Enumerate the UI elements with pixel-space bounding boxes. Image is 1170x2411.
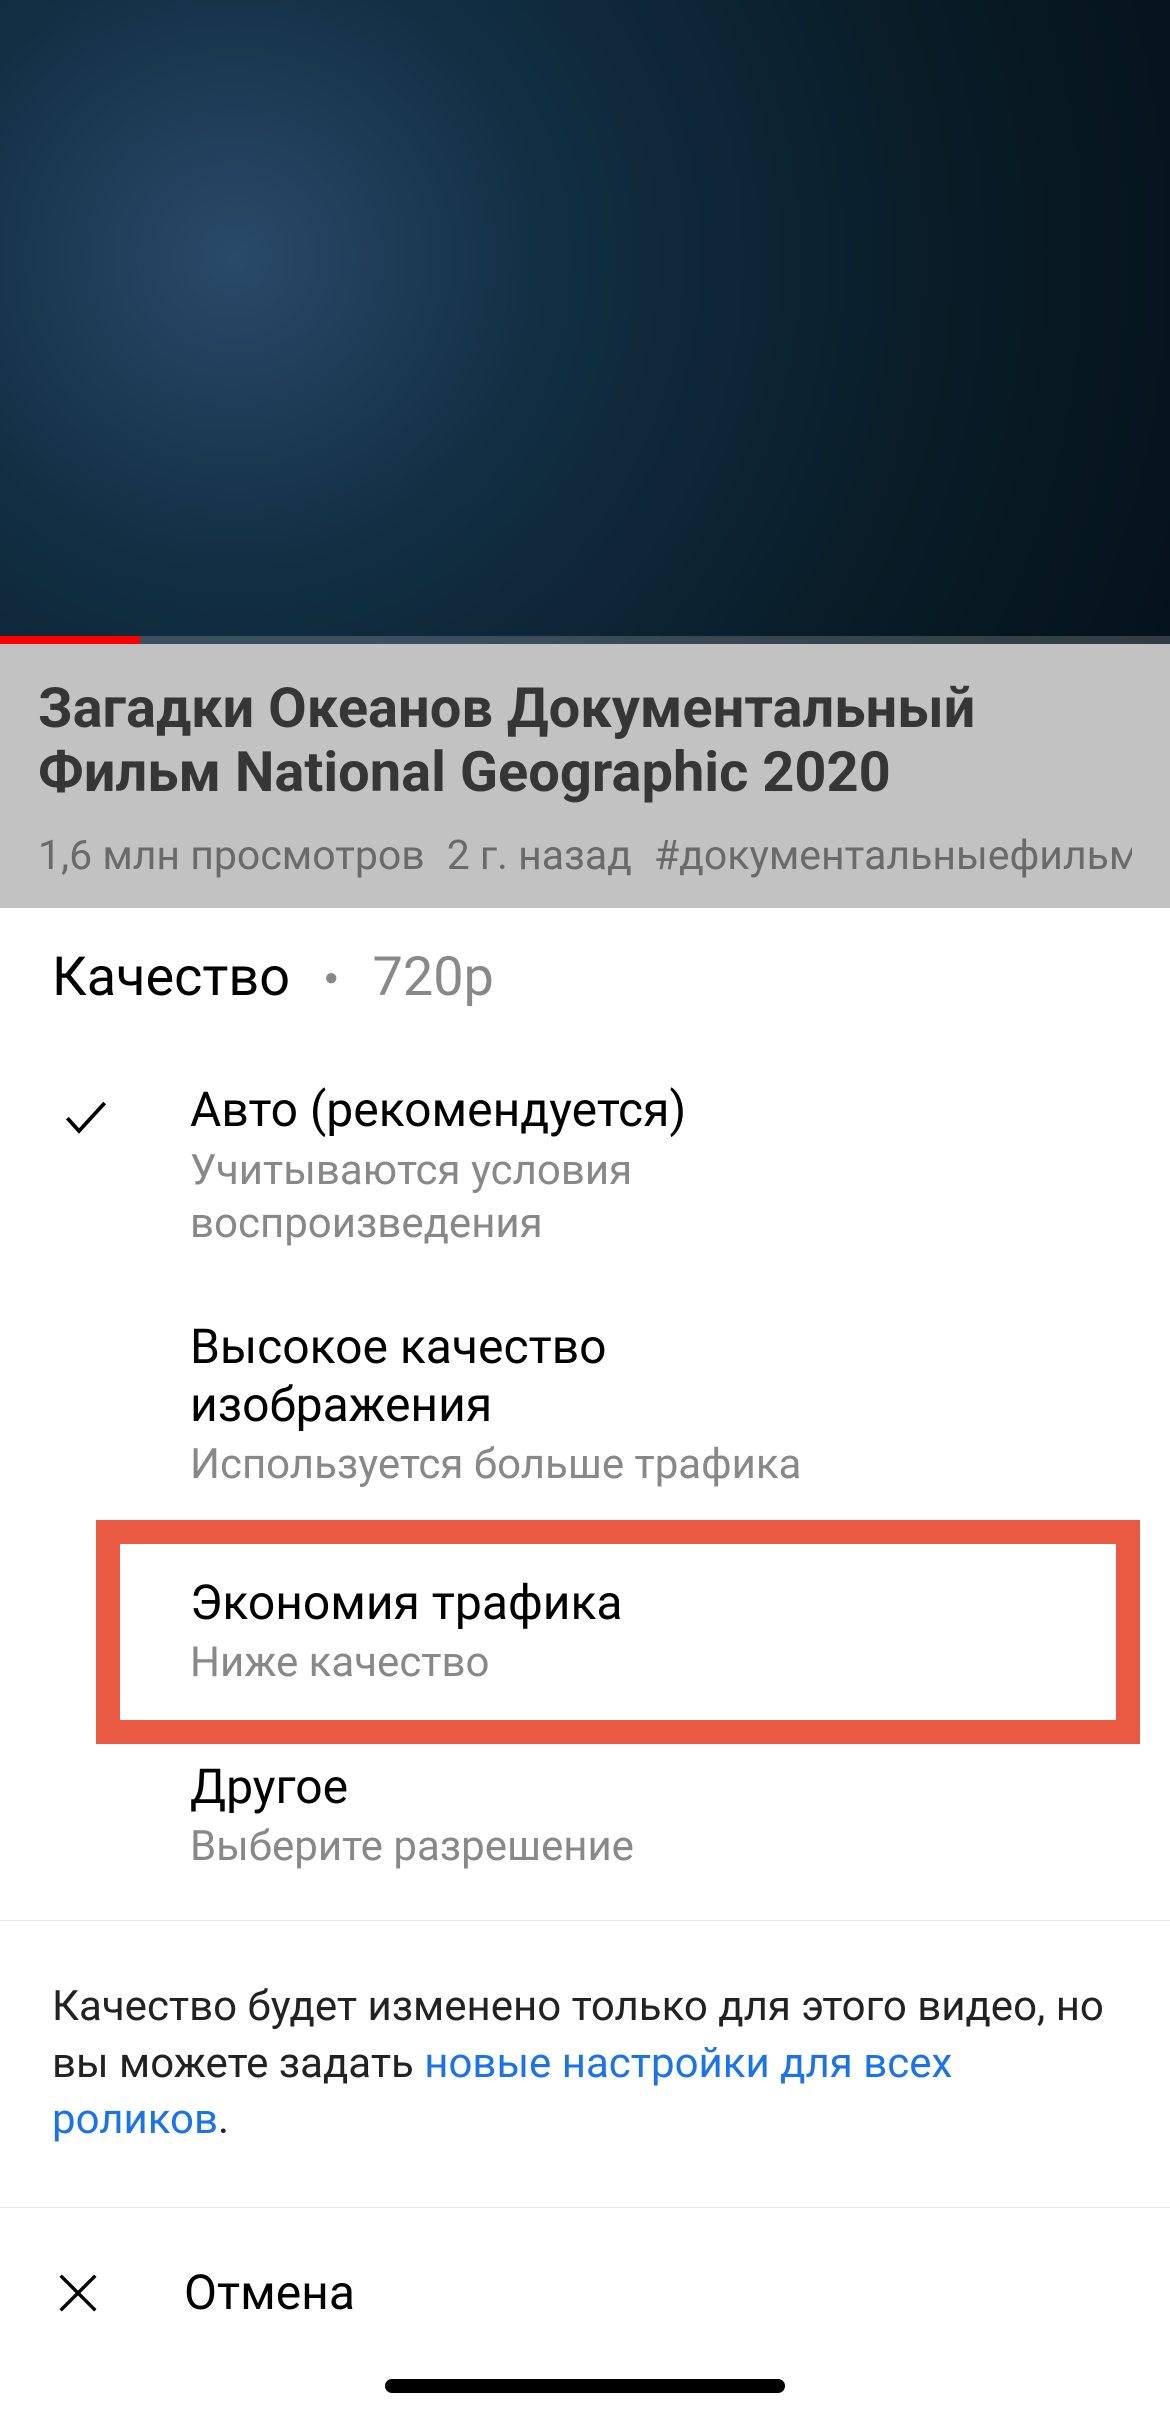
option-title: Высокое качество изображения bbox=[190, 1318, 710, 1433]
option-subtitle: Учитываются условия воспроизведения bbox=[190, 1145, 710, 1250]
option-title: Другое bbox=[190, 1758, 1130, 1816]
option-data-saver[interactable]: Экономия трафика Ниже качество bbox=[0, 1526, 1170, 1738]
video-age: 2 г. назад bbox=[447, 832, 632, 880]
separator-dot: ● bbox=[324, 963, 339, 992]
quality-sheet: Качество ● 720p Авто (рекомендуется) Учи… bbox=[0, 908, 1170, 2411]
quality-options: Авто (рекомендуется) Учитываются условия… bbox=[0, 1047, 1170, 1919]
option-high-quality[interactable]: Высокое качество изображения Используетс… bbox=[0, 1284, 1170, 1526]
option-title: Экономия трафика bbox=[190, 1574, 1130, 1632]
option-icon-empty bbox=[40, 1758, 190, 1766]
option-subtitle: Выберите разрешение bbox=[190, 1821, 1130, 1874]
video-player[interactable] bbox=[0, 0, 1170, 644]
note-suffix: . bbox=[218, 2095, 229, 2144]
video-still bbox=[0, 0, 1170, 644]
option-subtitle: Используется больше трафика bbox=[190, 1439, 1130, 1492]
home-indicator[interactable] bbox=[385, 2379, 785, 2393]
current-quality: 720p bbox=[373, 946, 494, 1009]
close-icon bbox=[52, 2267, 104, 2319]
quality-note: Качество будет изменено только для этого… bbox=[0, 1920, 1170, 2207]
sheet-header: Качество ● 720p bbox=[0, 908, 1170, 1047]
progress-bar[interactable] bbox=[0, 636, 1170, 644]
progress-fill bbox=[0, 636, 140, 644]
video-info: Загадки Океанов Документальный Фильм Nat… bbox=[0, 644, 1170, 909]
option-subtitle: Ниже качество bbox=[190, 1637, 1130, 1690]
option-auto[interactable]: Авто (рекомендуется) Учитываются условия… bbox=[0, 1047, 1170, 1284]
video-views: 1,6 млн просмотров bbox=[38, 832, 425, 880]
video-meta: 1,6 млн просмотров 2 г. назад #документа… bbox=[38, 832, 1132, 880]
cancel-label: Отмена bbox=[184, 2264, 355, 2321]
option-icon-empty bbox=[40, 1318, 190, 1326]
video-hashtag[interactable]: #документальныефильм bbox=[654, 832, 1132, 880]
option-title: Авто (рекомендуется) bbox=[190, 1081, 1130, 1139]
check-icon bbox=[40, 1081, 190, 1145]
option-icon-empty bbox=[40, 1574, 190, 1582]
sheet-title: Качество bbox=[52, 946, 290, 1009]
video-title[interactable]: Загадки Океанов Документальный Фильм Nat… bbox=[38, 676, 1132, 805]
option-other[interactable]: Другое Выберите разрешение bbox=[0, 1738, 1170, 1908]
